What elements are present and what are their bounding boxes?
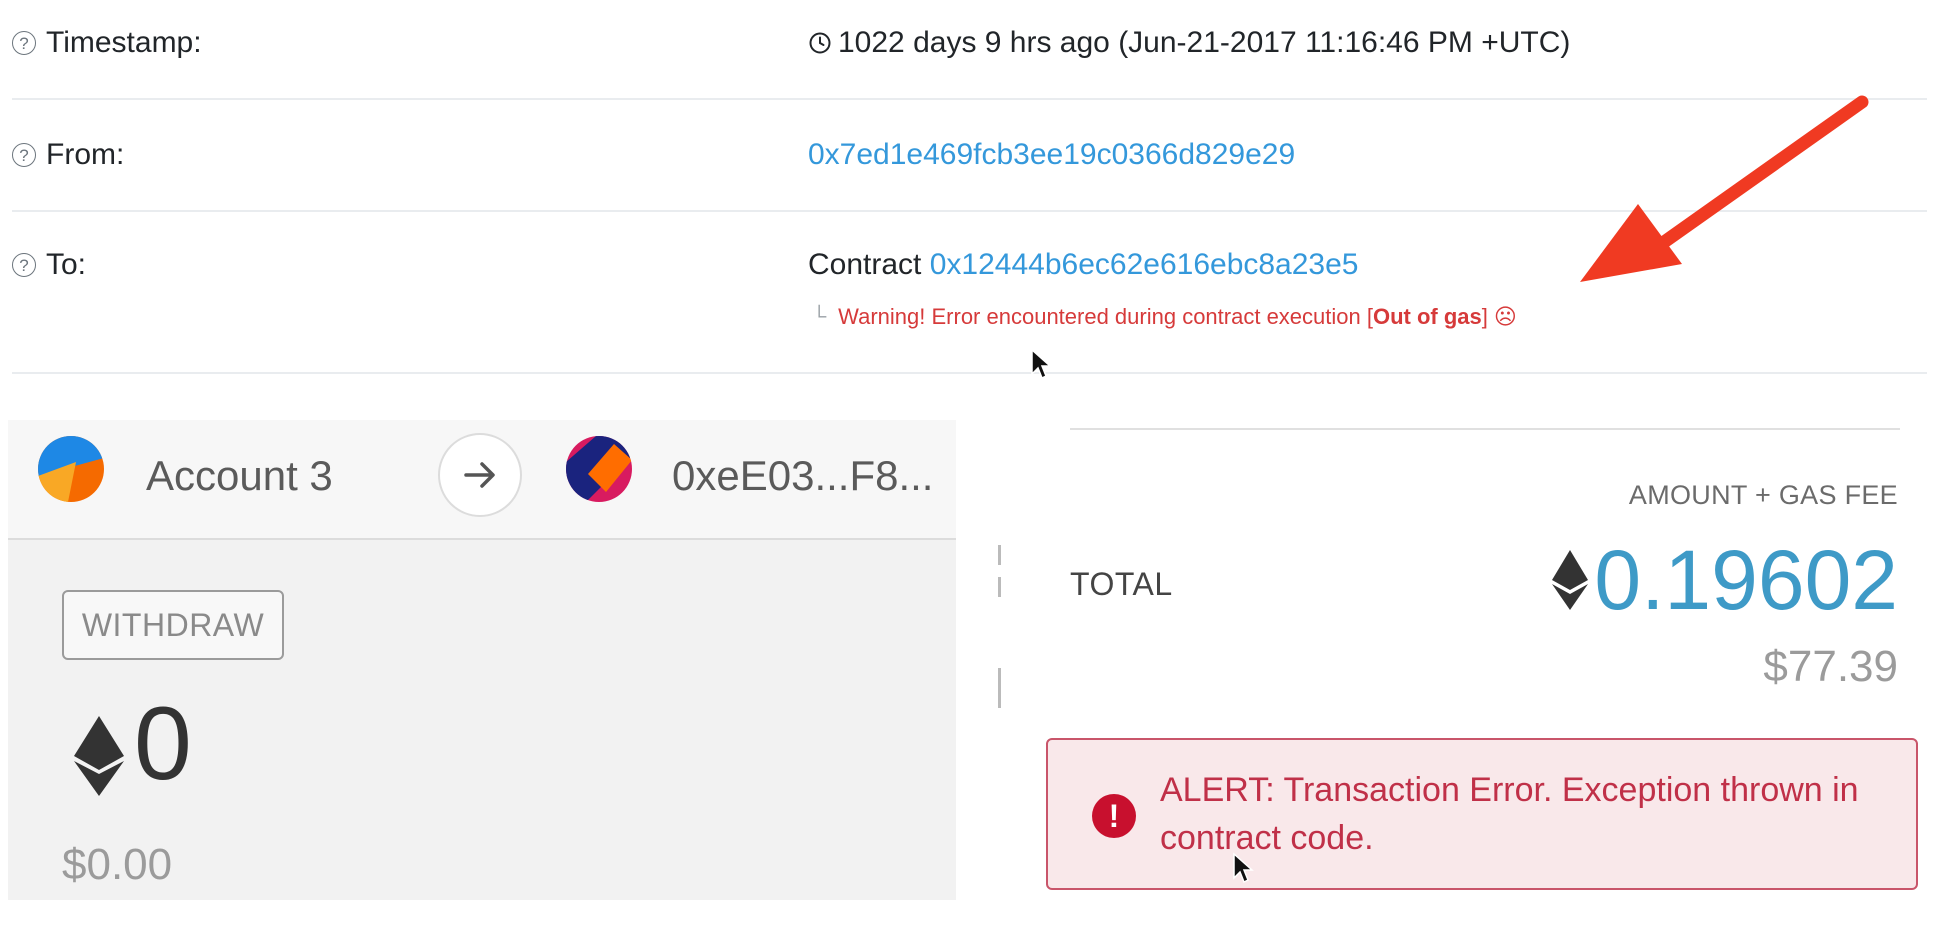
transaction-error-alert: ! ALERT: Transaction Error. Exception th… bbox=[1046, 738, 1918, 890]
total-fiat-amount: $77.39 bbox=[1763, 642, 1898, 691]
clock-icon bbox=[809, 32, 831, 54]
corner-icon: └ bbox=[812, 305, 827, 328]
mouse-cursor-icon bbox=[1233, 852, 1254, 884]
question-circle-icon[interactable]: ? bbox=[12, 31, 36, 55]
recipient-avatar[interactable] bbox=[566, 436, 632, 502]
warning-suffix: ] bbox=[1481, 304, 1488, 329]
account-header: Account 3 0xeE03...F8... bbox=[8, 420, 956, 540]
timestamp-value: 1022 days 9 hrs ago (Jun-21-2017 11:16:4… bbox=[838, 26, 1571, 59]
timestamp-value-group: 1022 days 9 hrs ago (Jun-21-2017 11:16:4… bbox=[808, 26, 1570, 60]
panel-edge-mark bbox=[998, 577, 1001, 597]
to-value-group: Contract 0x12444b6ec62e616ebc8a23e5 bbox=[808, 248, 1358, 282]
to-label-group: ? To: bbox=[12, 248, 86, 282]
panel-top-divider bbox=[1070, 428, 1900, 430]
account-avatar[interactable] bbox=[38, 436, 104, 502]
contract-warning: └ Warning! Error encountered during cont… bbox=[812, 304, 1517, 330]
mouse-cursor-icon bbox=[1031, 348, 1052, 380]
total-amount-group: 0.19602 bbox=[1552, 538, 1898, 622]
sender-balance: 0 bbox=[134, 686, 192, 802]
timestamp-label-group: ? Timestamp: bbox=[12, 26, 202, 60]
from-value-group: 0x7ed1e469fcb3ee19c0366d829e29 bbox=[808, 138, 1295, 172]
from-label: From: bbox=[46, 138, 125, 171]
contract-prefix: Contract bbox=[808, 248, 922, 281]
ethereum-icon bbox=[1552, 550, 1589, 610]
sender-balance-fiat: $0.00 bbox=[62, 840, 173, 889]
question-circle-icon[interactable]: ? bbox=[12, 143, 36, 167]
contract-address-link[interactable]: 0x12444b6ec62e616ebc8a23e5 bbox=[930, 248, 1359, 281]
amount-gas-fee-label: AMOUNT + GAS FEE bbox=[1628, 480, 1898, 510]
metamask-sender-panel: Account 3 0xeE03...F8... WITHDRAW 0 $0.0… bbox=[8, 420, 956, 900]
alert-exclamation-icon: ! bbox=[1092, 794, 1136, 838]
panel-edge-mark bbox=[998, 668, 1001, 708]
withdraw-button[interactable]: WITHDRAW bbox=[62, 590, 284, 660]
question-circle-icon[interactable]: ? bbox=[12, 253, 36, 277]
ethereum-icon bbox=[74, 716, 124, 796]
sad-face-icon: ☹ bbox=[1493, 304, 1517, 329]
timestamp-row: ? Timestamp: 1022 days 9 hrs ago (Jun-21… bbox=[12, 18, 1927, 78]
warning-bold: Out of gas bbox=[1372, 304, 1482, 329]
account-name: Account 3 bbox=[146, 452, 333, 499]
from-address-link[interactable]: 0x7ed1e469fcb3ee19c0366d829e29 bbox=[808, 138, 1295, 171]
recipient-address[interactable]: 0xeE03...F8... bbox=[672, 452, 933, 500]
total-eth-amount: 0.19602 bbox=[1594, 533, 1898, 627]
warning-prefix: Warning! Error encountered during contra… bbox=[838, 304, 1373, 329]
alert-message: ALERT: Transaction Error. Exception thro… bbox=[1160, 771, 1859, 857]
arrow-right-icon bbox=[464, 462, 495, 488]
red-annotation-arrow-icon bbox=[1580, 95, 1869, 282]
row-divider bbox=[12, 372, 1927, 374]
panel-edge-mark bbox=[998, 545, 1001, 565]
to-label: To: bbox=[46, 248, 87, 281]
timestamp-label: Timestamp: bbox=[46, 26, 202, 59]
total-label: TOTAL bbox=[1070, 566, 1173, 602]
send-arrow-button bbox=[438, 433, 522, 517]
from-label-group: ? From: bbox=[12, 138, 124, 172]
